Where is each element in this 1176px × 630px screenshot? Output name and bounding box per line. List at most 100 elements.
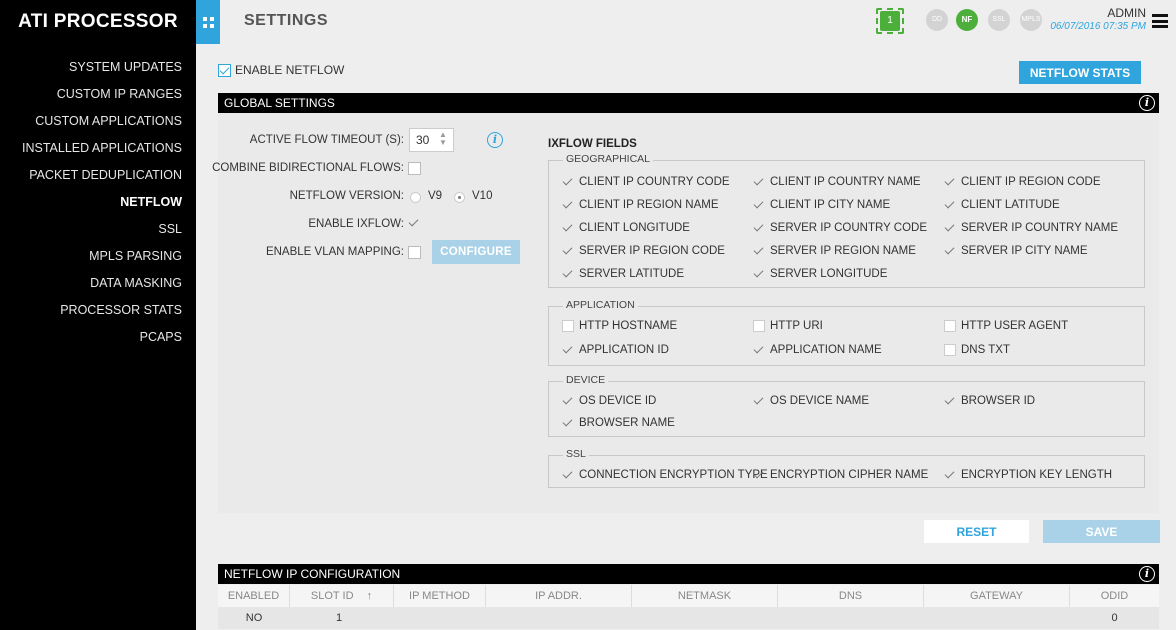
- field-label: APPLICATION NAME: [770, 344, 882, 356]
- field-client-ip-region-name[interactable]: CLIENT IP REGION NAME: [562, 199, 719, 211]
- sidebar-item-custom-ip-ranges[interactable]: CUSTOM IP RANGES: [57, 87, 182, 101]
- column-header-enabled[interactable]: ENABLED: [218, 585, 290, 607]
- field-client-ip-country-name[interactable]: CLIENT IP COUNTRY NAME: [753, 176, 921, 188]
- checkbox[interactable]: [944, 320, 956, 332]
- sidebar-item-installed-applications[interactable]: INSTALLED APPLICATIONS: [22, 141, 182, 155]
- field-server-longitude[interactable]: SERVER LONGITUDE: [753, 268, 887, 280]
- active-flow-timeout-input[interactable]: 30: [409, 128, 454, 152]
- checkbox[interactable]: [562, 245, 574, 257]
- checkbox[interactable]: [562, 268, 574, 280]
- combine-bidirectional-checkbox[interactable]: [408, 162, 421, 175]
- checkbox[interactable]: [562, 417, 574, 429]
- field-server-ip-city-name[interactable]: SERVER IP CITY NAME: [944, 245, 1088, 257]
- sidebar-item-netflow[interactable]: NETFLOW: [120, 195, 182, 209]
- field-encryption-key-length[interactable]: ENCRYPTION KEY LENGTH: [944, 469, 1112, 481]
- checkbox[interactable]: [944, 199, 956, 211]
- info-icon[interactable]: i: [1139, 566, 1155, 582]
- checkbox[interactable]: [753, 268, 765, 280]
- checkbox[interactable]: [944, 245, 956, 257]
- checkbox[interactable]: [753, 222, 765, 234]
- sidebar-item-data-masking[interactable]: DATA MASKING: [90, 276, 182, 290]
- field-server-ip-country-name[interactable]: SERVER IP COUNTRY NAME: [944, 222, 1118, 234]
- checkbox[interactable]: [562, 176, 574, 188]
- netflow-stats-button[interactable]: NETFLOW STATS: [1019, 61, 1141, 84]
- reset-button[interactable]: RESET: [924, 520, 1029, 543]
- checkbox[interactable]: [753, 245, 765, 257]
- column-header-ip-addr[interactable]: IP ADDR.: [486, 585, 632, 607]
- field-client-ip-country-code[interactable]: CLIENT IP COUNTRY CODE: [562, 176, 730, 188]
- sidebar-item-pcaps[interactable]: PCAPS: [140, 330, 182, 344]
- field-server-latitude[interactable]: SERVER LATITUDE: [562, 268, 684, 280]
- status-mpls-icon[interactable]: MPLS: [1020, 9, 1042, 31]
- configure-button[interactable]: CONFIGURE: [432, 240, 520, 264]
- checkbox[interactable]: [562, 199, 574, 211]
- checkbox[interactable]: [944, 344, 956, 356]
- checkbox[interactable]: [944, 469, 956, 481]
- checkbox[interactable]: [562, 320, 574, 332]
- field-server-ip-region-name[interactable]: SERVER IP REGION NAME: [753, 245, 916, 257]
- checkbox[interactable]: [944, 222, 956, 234]
- field-browser-name[interactable]: BROWSER NAME: [562, 417, 675, 429]
- column-header-netmask[interactable]: NETMASK: [632, 585, 778, 607]
- checkbox[interactable]: [562, 344, 574, 356]
- column-header-slot-id[interactable]: SLOT ID ↑: [290, 585, 394, 607]
- checkbox[interactable]: [753, 199, 765, 211]
- version-v10-radio[interactable]: [454, 192, 465, 203]
- table-row[interactable]: NO 1 0: [218, 607, 1159, 629]
- field-client-ip-city-name[interactable]: CLIENT IP CITY NAME: [753, 199, 890, 211]
- enable-ixflow-checkbox[interactable]: [408, 217, 420, 229]
- checkbox[interactable]: [753, 344, 765, 356]
- spinner-arrows-icon[interactable]: ▲ ▼: [439, 131, 447, 147]
- field-application-id[interactable]: APPLICATION ID: [562, 344, 669, 356]
- field-http-user-agent[interactable]: HTTP USER AGENT: [944, 320, 1068, 332]
- field-connection-encryption-type[interactable]: CONNECTION ENCRYPTION TYPE: [562, 469, 768, 481]
- timeout-info-icon[interactable]: i: [487, 132, 503, 148]
- field-os-device-id[interactable]: OS DEVICE ID: [562, 395, 656, 407]
- page-title: SETTINGS: [244, 12, 329, 29]
- checkbox[interactable]: [944, 176, 956, 188]
- checkbox[interactable]: [753, 469, 765, 481]
- save-button[interactable]: SAVE: [1043, 520, 1160, 543]
- field-server-ip-country-code[interactable]: SERVER IP COUNTRY CODE: [753, 222, 927, 234]
- field-client-latitude[interactable]: CLIENT LATITUDE: [944, 199, 1060, 211]
- apps-grid-button[interactable]: [196, 0, 220, 44]
- field-http-uri[interactable]: HTTP URI: [753, 320, 823, 332]
- field-http-hostname[interactable]: HTTP HOSTNAME: [562, 320, 677, 332]
- status-dd-icon[interactable]: DD: [926, 9, 948, 31]
- field-os-device-name[interactable]: OS DEVICE NAME: [753, 395, 869, 407]
- checkbox[interactable]: [562, 469, 574, 481]
- column-header-ip-method[interactable]: IP METHOD: [394, 585, 486, 607]
- sidebar-item-system-updates[interactable]: SYSTEM UPDATES: [69, 60, 182, 74]
- info-icon[interactable]: i: [1139, 95, 1155, 111]
- status-ssl-icon[interactable]: SSL: [988, 9, 1010, 31]
- sidebar-item-mpls-parsing[interactable]: MPLS PARSING: [89, 249, 182, 263]
- column-header-gateway[interactable]: GATEWAY: [924, 585, 1070, 607]
- column-header-odid[interactable]: ODID: [1070, 585, 1159, 607]
- field-server-ip-region-code[interactable]: SERVER IP REGION CODE: [562, 245, 725, 257]
- field-client-longitude[interactable]: CLIENT LONGITUDE: [562, 222, 690, 234]
- field-encryption-cipher-name[interactable]: ENCRYPTION CIPHER NAME: [753, 469, 928, 481]
- field-browser-id[interactable]: BROWSER ID: [944, 395, 1035, 407]
- user-info[interactable]: ADMIN 06/07/2016 07:35 PM: [1040, 6, 1146, 32]
- checkbox[interactable]: [753, 176, 765, 188]
- enable-netflow-checkbox[interactable]: [218, 63, 231, 77]
- sidebar-item-ssl[interactable]: SSL: [158, 222, 182, 236]
- checkbox[interactable]: [753, 320, 765, 332]
- field-dns-txt[interactable]: DNS TXT: [944, 344, 1010, 356]
- checkbox[interactable]: [753, 395, 765, 407]
- field-application-name[interactable]: APPLICATION NAME: [753, 344, 882, 356]
- version-v9-radio[interactable]: [410, 192, 421, 203]
- enable-vlan-checkbox[interactable]: [408, 246, 421, 259]
- table-header-row: ENABLED SLOT ID ↑ IP METHOD IP ADDR. NET…: [218, 585, 1159, 607]
- sidebar-item-processor-stats[interactable]: PROCESSOR STATS: [60, 303, 182, 317]
- processor-chip-icon[interactable]: 1: [876, 8, 904, 34]
- field-client-ip-region-code[interactable]: CLIENT IP REGION CODE: [944, 176, 1101, 188]
- checkbox[interactable]: [562, 222, 574, 234]
- status-nf-icon[interactable]: NF: [956, 9, 978, 31]
- checkbox[interactable]: [944, 395, 956, 407]
- sidebar-item-custom-applications[interactable]: CUSTOM APPLICATIONS: [35, 114, 182, 128]
- hamburger-menu-icon[interactable]: [1152, 14, 1168, 28]
- sidebar-item-packet-deduplication[interactable]: PACKET DEDUPLICATION: [29, 168, 182, 182]
- column-header-dns[interactable]: DNS: [778, 585, 924, 607]
- checkbox[interactable]: [562, 395, 574, 407]
